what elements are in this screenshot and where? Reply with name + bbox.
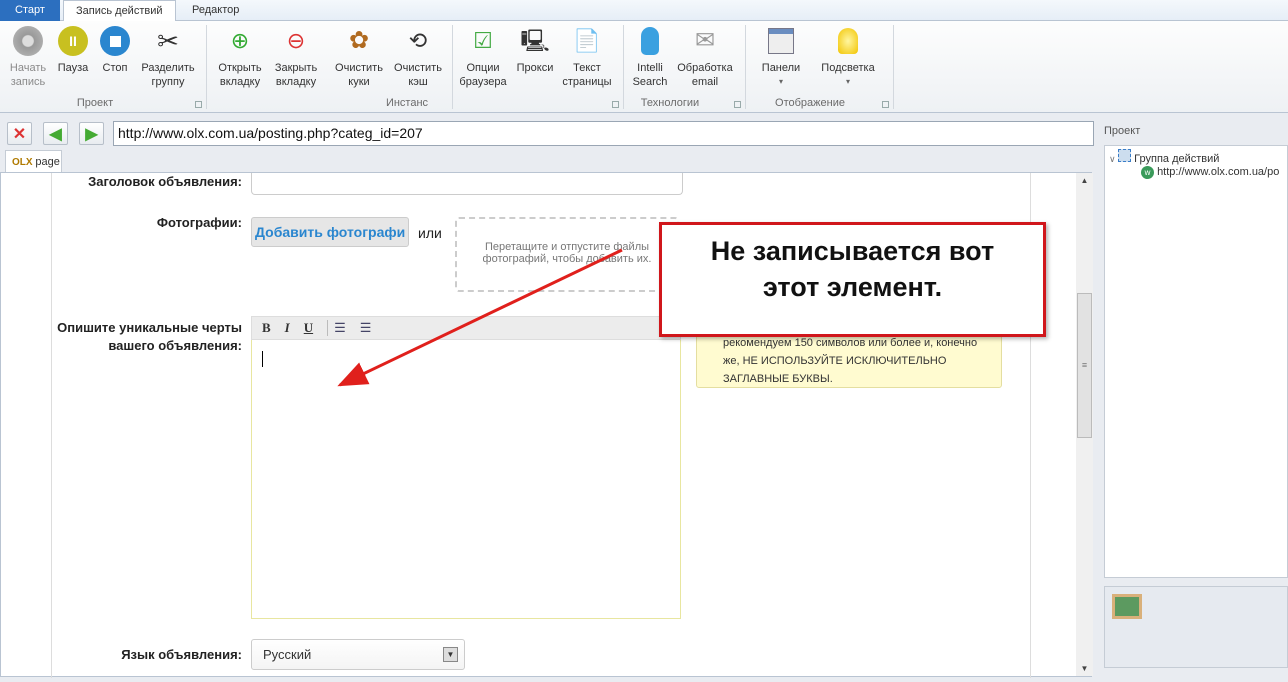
- annotation-callout: Не записывается вот этот элемент.: [659, 222, 1046, 337]
- annotation-arrow: [337, 248, 623, 387]
- arrow-line: [337, 248, 623, 387]
